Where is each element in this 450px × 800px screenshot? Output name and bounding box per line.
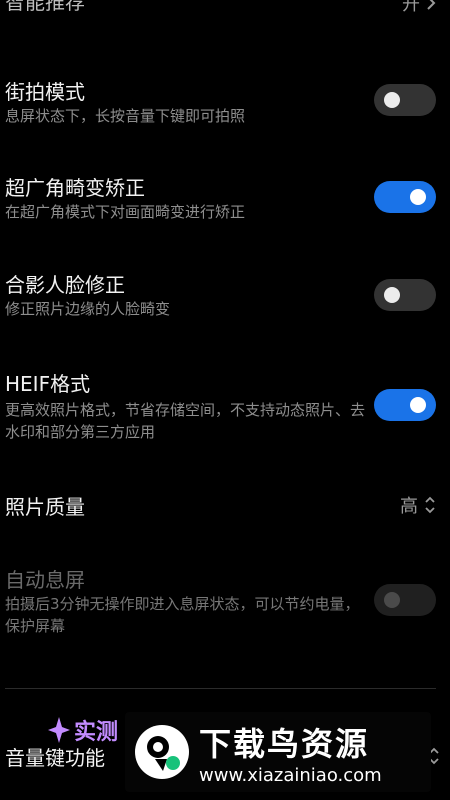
group-face-correction-toggle[interactable] [374,279,436,311]
watermark-overlay: 下载鸟资源 www.xiazainiao.com [125,712,431,792]
photo-quality-value: 高 [400,492,436,518]
street-mode-subtitle: 息屏状态下，长按音量下键即可拍照 [5,107,246,125]
ultrawide-correction-toggle[interactable] [374,181,436,213]
chevron-right-icon [427,0,436,10]
auto-screen-off-subtitle: 拍摄后3分钟无操作即进入息屏状态，可以节约电量，保护屏幕 [5,595,360,635]
bird-logo-icon [135,725,189,779]
auto-screen-off-row: 自动息屏 拍摄后3分钟无操作即进入息屏状态，可以节约电量，保护屏幕 [0,560,450,650]
sparkle-icon [48,717,70,743]
ultrawide-correction-subtitle: 在超广角模式下对画面畸变进行矫正 [5,203,246,221]
heif-format-title: HEIF格式 [5,372,91,396]
street-mode-row: 街拍模式 息屏状态下，长按音量下键即可拍照 [0,72,450,132]
smart-recommend-value-text: 开 [402,0,420,15]
auto-screen-off-toggle[interactable] [374,584,436,616]
photo-quality-title: 照片质量 [5,495,85,519]
watermark-badge-text: 实测 [74,720,119,745]
watermark-url: www.xiazainiao.com [199,764,382,786]
auto-screen-off-title: 自动息屏 [5,568,85,592]
toggle-knob [384,592,400,608]
street-mode-title: 街拍模式 [5,80,85,104]
ultrawide-correction-title: 超广角畸变矫正 [5,176,145,200]
toggle-knob [410,397,426,413]
street-mode-toggle[interactable] [374,84,436,116]
smart-recommend-row[interactable]: 智能推荐 开 [0,0,450,26]
heif-format-subtitle: 更高效照片格式，节省存储空间，不支持动态照片、去水印和部分第三方应用 [5,401,366,441]
section-divider [5,688,436,689]
group-face-correction-subtitle: 修正照片边缘的人脸畸变 [5,300,171,318]
smart-recommend-value: 开 [402,0,436,16]
photo-quality-value-text: 高 [400,496,418,517]
toggle-knob [384,287,400,303]
toggle-knob [410,189,426,205]
chevron-updown-icon [425,496,435,514]
watermark-title: 下载鸟资源 [199,724,370,763]
smart-recommend-title: 智能推荐 [5,0,85,14]
watermark-badge: 实测 [46,713,118,747]
group-face-correction-row: 合影人脸修正 修正照片边缘的人脸畸变 [0,265,450,325]
photo-quality-row[interactable]: 照片质量 高 [0,488,450,522]
ultrawide-correction-row: 超广角畸变矫正 在超广角模式下对画面畸变进行矫正 [0,168,450,228]
heif-format-row: HEIF格式 更高效照片格式，节省存储空间，不支持动态照片、去水印和部分第三方应… [0,362,450,452]
watermark-text: 下载鸟资源 www.xiazainiao.com [199,719,382,786]
heif-format-toggle[interactable] [374,389,436,421]
toggle-knob [384,92,400,108]
group-face-correction-title: 合影人脸修正 [5,273,125,297]
